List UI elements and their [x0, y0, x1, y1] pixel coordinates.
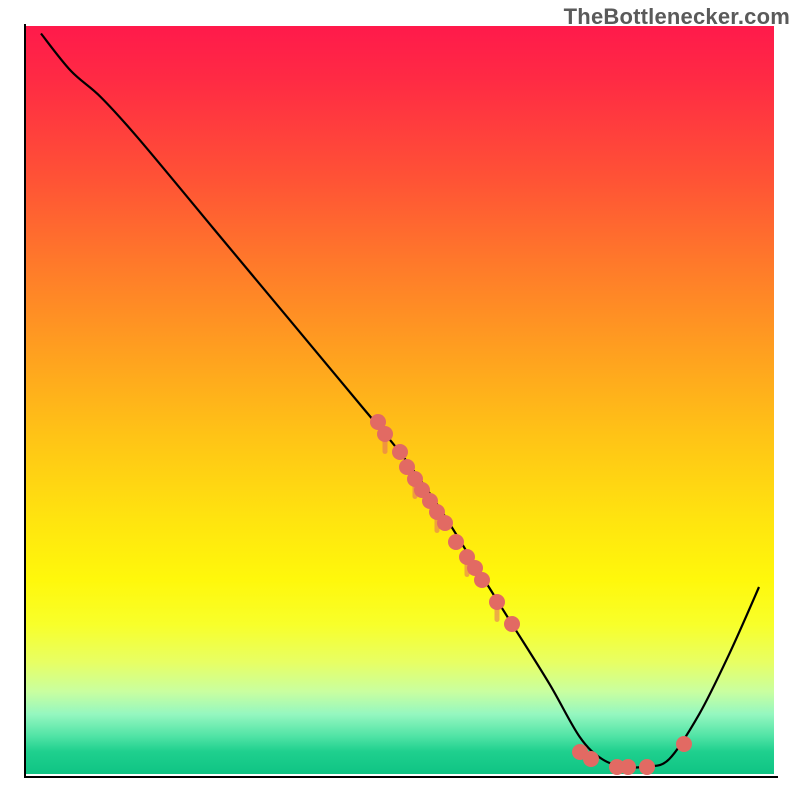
plot-background	[26, 26, 774, 774]
bottleneck-chart: TheBottleneсker.com	[0, 0, 800, 800]
attribution-label: TheBottleneсker.com	[564, 4, 790, 30]
